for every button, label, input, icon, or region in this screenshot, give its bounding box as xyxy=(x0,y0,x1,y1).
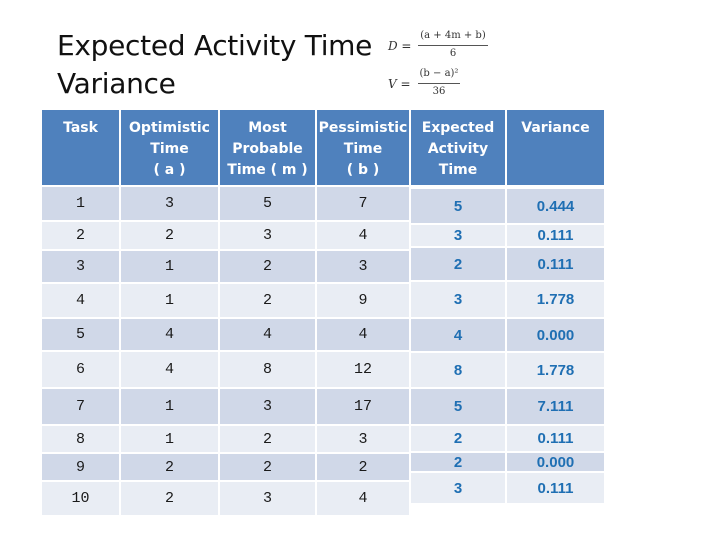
formula-numerator: (b − a)² xyxy=(419,68,459,79)
cell-variance: 0.111 xyxy=(507,426,604,451)
header-line: Expected xyxy=(421,120,495,136)
formula-denominator: 36 xyxy=(432,86,446,97)
formula-numerator: (a + 4m + b) xyxy=(420,30,486,41)
header-line: Activity xyxy=(427,141,489,157)
slide-title: Expected Activity Time Variance xyxy=(57,27,372,103)
cell-m: 3 xyxy=(220,482,315,515)
cell-task: 1 xyxy=(42,187,119,220)
header-line: Time ( m ) xyxy=(227,162,308,178)
cell-expected: 8 xyxy=(411,353,505,387)
header-line: Pessimistic xyxy=(318,120,408,136)
cell-variance: 0.000 xyxy=(507,319,604,351)
header-line: ( a ) xyxy=(153,162,186,178)
cell-variance: 1.778 xyxy=(507,282,604,317)
cell-variance: 1.778 xyxy=(507,353,604,387)
cell-b: 9 xyxy=(317,284,409,317)
cell-variance: 0.444 xyxy=(507,189,604,223)
cell-m: 2 xyxy=(220,284,315,317)
cell-m: 4 xyxy=(220,319,315,350)
header-line: ( b ) xyxy=(346,162,380,178)
formula-denominator: 6 xyxy=(449,48,457,59)
cell-m: 3 xyxy=(220,222,315,249)
cell-a: 4 xyxy=(121,352,218,387)
cell-b: 2 xyxy=(317,454,409,480)
header-line: Most xyxy=(248,120,287,136)
cell-a: 1 xyxy=(121,426,218,452)
fraction-bar xyxy=(418,83,460,84)
cell-b: 17 xyxy=(317,389,409,424)
formula-lhs: V = xyxy=(388,77,411,91)
cell-task: 7 xyxy=(42,389,119,424)
cell-task: 4 xyxy=(42,284,119,317)
cell-m: 2 xyxy=(220,426,315,452)
cell-m: 3 xyxy=(220,389,315,424)
cell-expected: 2 xyxy=(411,248,505,280)
header-line: Optimistic xyxy=(129,120,210,136)
cell-b: 3 xyxy=(317,251,409,282)
cell-b: 4 xyxy=(317,319,409,350)
cell-m: 8 xyxy=(220,352,315,387)
header-most-probable: Most Probable Time ( m ) xyxy=(220,110,315,185)
cell-b: 4 xyxy=(317,482,409,515)
cell-a: 4 xyxy=(121,319,218,350)
cell-task: 5 xyxy=(42,319,119,350)
cell-task: 9 xyxy=(42,454,119,480)
header-line: Task xyxy=(63,120,98,136)
header-line: Variance xyxy=(521,120,590,136)
cell-task: 3 xyxy=(42,251,119,282)
cell-a: 1 xyxy=(121,389,218,424)
cell-expected: 3 xyxy=(411,225,505,246)
cell-expected: 2 xyxy=(411,426,505,451)
cell-b: 12 xyxy=(317,352,409,387)
variance-formula: V = (b − a)² 36 xyxy=(388,66,488,102)
cell-variance: 7.111 xyxy=(507,389,604,424)
cell-task: 6 xyxy=(42,352,119,387)
cell-a: 1 xyxy=(121,251,218,282)
cell-m: 2 xyxy=(220,251,315,282)
cell-a: 2 xyxy=(121,222,218,249)
cell-b: 3 xyxy=(317,426,409,452)
cell-m: 2 xyxy=(220,454,315,480)
cell-task: 10 xyxy=(42,482,119,515)
header-pessimistic: Pessimistic Time ( b ) xyxy=(317,110,409,185)
cell-expected: 3 xyxy=(411,282,505,317)
cell-a: 2 xyxy=(121,482,218,515)
cell-expected: 5 xyxy=(411,389,505,424)
expected-time-formula: D = (a + 4m + b) 6 xyxy=(388,30,488,64)
fraction-bar xyxy=(418,45,488,46)
cell-task: 8 xyxy=(42,426,119,452)
cell-expected: 5 xyxy=(411,189,505,223)
header-variance: Variance xyxy=(507,110,604,185)
cell-b: 4 xyxy=(317,222,409,249)
cell-task: 2 xyxy=(42,222,119,249)
header-line: Time xyxy=(438,162,478,178)
header-line: Time xyxy=(343,141,383,157)
cell-variance: 0.111 xyxy=(507,473,604,503)
cell-variance: 0.111 xyxy=(507,225,604,246)
cell-a: 3 xyxy=(121,187,218,220)
cell-a: 1 xyxy=(121,284,218,317)
cell-expected: 2 xyxy=(411,453,505,471)
cell-expected: 4 xyxy=(411,319,505,351)
header-task: Task xyxy=(42,110,119,185)
cell-a: 2 xyxy=(121,454,218,480)
cell-variance: 0.111 xyxy=(507,248,604,280)
title-line-2: Variance xyxy=(57,67,176,100)
header-expected: Expected Activity Time xyxy=(411,110,505,185)
title-line-1: Expected Activity Time xyxy=(57,29,373,62)
cell-b: 7 xyxy=(317,187,409,220)
header-line: Probable xyxy=(232,141,303,157)
header-optimistic: Optimistic Time ( a ) xyxy=(121,110,218,185)
cell-expected: 3 xyxy=(411,473,505,503)
cell-variance: 0.000 xyxy=(507,453,604,471)
formula-lhs: D = xyxy=(388,39,412,53)
header-line: Time xyxy=(150,141,189,157)
cell-m: 5 xyxy=(220,187,315,220)
